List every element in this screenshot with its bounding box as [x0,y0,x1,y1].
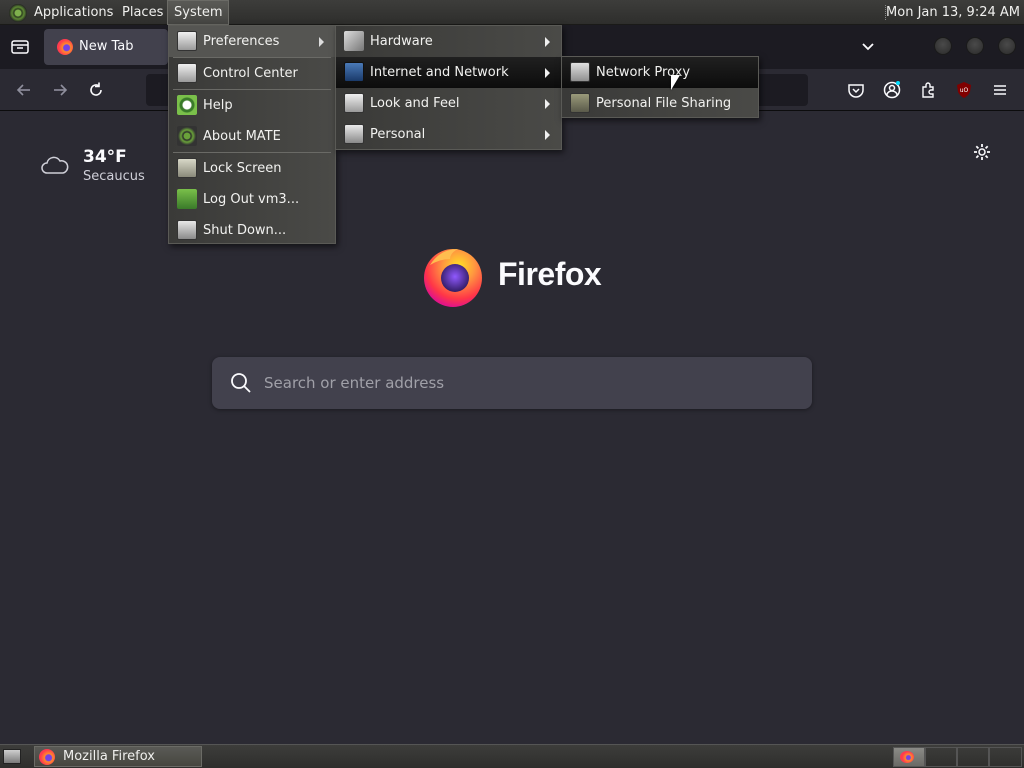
firefox-logo-icon [420,243,486,309]
menu-item-personal-file-sharing[interactable]: Personal File Sharing [562,88,758,119]
menu-item-label: Personal File Sharing [596,96,732,111]
workspace-4[interactable] [989,747,1022,767]
menu-item-personal[interactable]: Personal [336,119,561,150]
menu-item-help[interactable]: Help [169,90,335,121]
preferences-icon [177,31,197,51]
menu-item-shut-down[interactable]: Shut Down... [169,215,335,246]
mate-logo-icon [9,4,27,22]
close-button[interactable] [998,37,1016,55]
control-center-icon [177,63,197,83]
mouse-cursor-icon [671,75,680,90]
menu-item-label: Log Out vm3... [203,192,300,207]
weather-location: Secaucus [83,169,145,184]
maximize-button[interactable] [966,37,984,55]
submenu-arrow-icon [545,130,550,140]
firefox-wordmark: Firefox [498,256,602,292]
minimize-button[interactable] [934,37,952,55]
svg-text:uO: uO [960,87,969,94]
system-dropdown: Preferences Control Center Help About MA… [168,25,336,244]
workspace-1[interactable] [893,747,925,767]
hardware-icon [344,31,364,51]
tab-new-tab[interactable]: New Tab [44,29,168,65]
lock-screen-icon [177,158,197,178]
workspace-3[interactable] [957,747,989,767]
applications-menu[interactable]: Applications [28,0,119,25]
account-icon[interactable] [882,80,902,100]
reload-icon[interactable] [84,78,108,102]
network-proxy-icon [570,62,590,82]
mate-logo-icon [177,126,197,146]
firefox-icon [39,749,55,765]
top-panel: Applications Places System Mon Jan 13, 9… [0,0,1024,25]
menu-item-look-and-feel[interactable]: Look and Feel [336,88,561,119]
search-box[interactable] [212,357,812,409]
look-and-feel-icon [344,93,364,113]
show-desktop-icon[interactable] [3,749,21,764]
taskbar-item-label: Mozilla Firefox [63,749,155,764]
menu-item-lock-screen[interactable]: Lock Screen [169,153,335,184]
search-input[interactable] [264,357,794,409]
submenu-arrow-icon [319,37,324,47]
menu-item-label: Preferences [203,34,280,49]
folder-share-icon [570,93,590,113]
menu-item-label: About MATE [203,129,281,144]
menu-item-preferences[interactable]: Preferences [169,26,335,57]
places-menu[interactable]: Places [116,0,169,25]
internet-and-network-submenu: Network Proxy Personal File Sharing [561,56,759,118]
menu-item-internet-and-network[interactable]: Internet and Network [336,57,561,88]
firefox-favicon-icon [57,39,73,55]
tab-title: New Tab [79,39,134,54]
menu-item-label: Control Center [203,66,298,81]
forward-icon[interactable] [48,78,72,102]
menu-item-label: Help [203,98,233,113]
menu-item-label: Lock Screen [203,161,282,176]
pocket-icon[interactable] [846,80,866,100]
bottom-panel: Mozilla Firefox [0,744,1024,768]
preferences-submenu: Hardware Internet and Network Look and F… [335,25,562,150]
workspace-2[interactable] [925,747,957,767]
personal-icon [344,124,364,144]
firefox-icon [900,751,914,763]
submenu-arrow-icon [545,99,550,109]
menu-item-label: Hardware [370,34,433,49]
menu-item-network-proxy[interactable]: Network Proxy [562,57,758,88]
ublock-origin-icon[interactable]: uO [954,80,974,100]
menu-item-label: Personal [370,127,426,142]
menu-item-log-out[interactable]: Log Out vm3... [169,184,335,215]
menu-item-label: Internet and Network [370,65,509,80]
submenu-arrow-icon [545,68,550,78]
shut-down-icon [177,220,197,240]
menu-item-about-mate[interactable]: About MATE [169,121,335,152]
log-out-icon [177,189,197,209]
weather-temperature: 34°F [83,147,127,167]
new-tab-page: 34°F Secaucus Firefox [0,111,1024,744]
taskbar-item-firefox[interactable]: Mozilla Firefox [34,746,202,767]
gear-icon[interactable] [972,142,992,162]
submenu-arrow-icon [545,37,550,47]
firefox-view-icon[interactable] [10,38,30,56]
menu-icon[interactable] [990,80,1010,100]
search-icon [230,372,252,394]
menu-item-label: Look and Feel [370,96,460,111]
network-icon [344,62,364,82]
menu-item-label: Shut Down... [203,223,287,238]
system-menu[interactable]: System [167,0,230,25]
menu-item-hardware[interactable]: Hardware [336,26,561,57]
extensions-icon[interactable] [918,80,938,100]
help-icon [177,95,197,115]
back-icon[interactable] [12,78,36,102]
chevron-down-icon[interactable] [860,39,876,55]
cloud-icon [40,155,70,175]
clock[interactable]: Mon Jan 13, 9:24 AM [886,0,1020,25]
menu-item-control-center[interactable]: Control Center [169,58,335,89]
